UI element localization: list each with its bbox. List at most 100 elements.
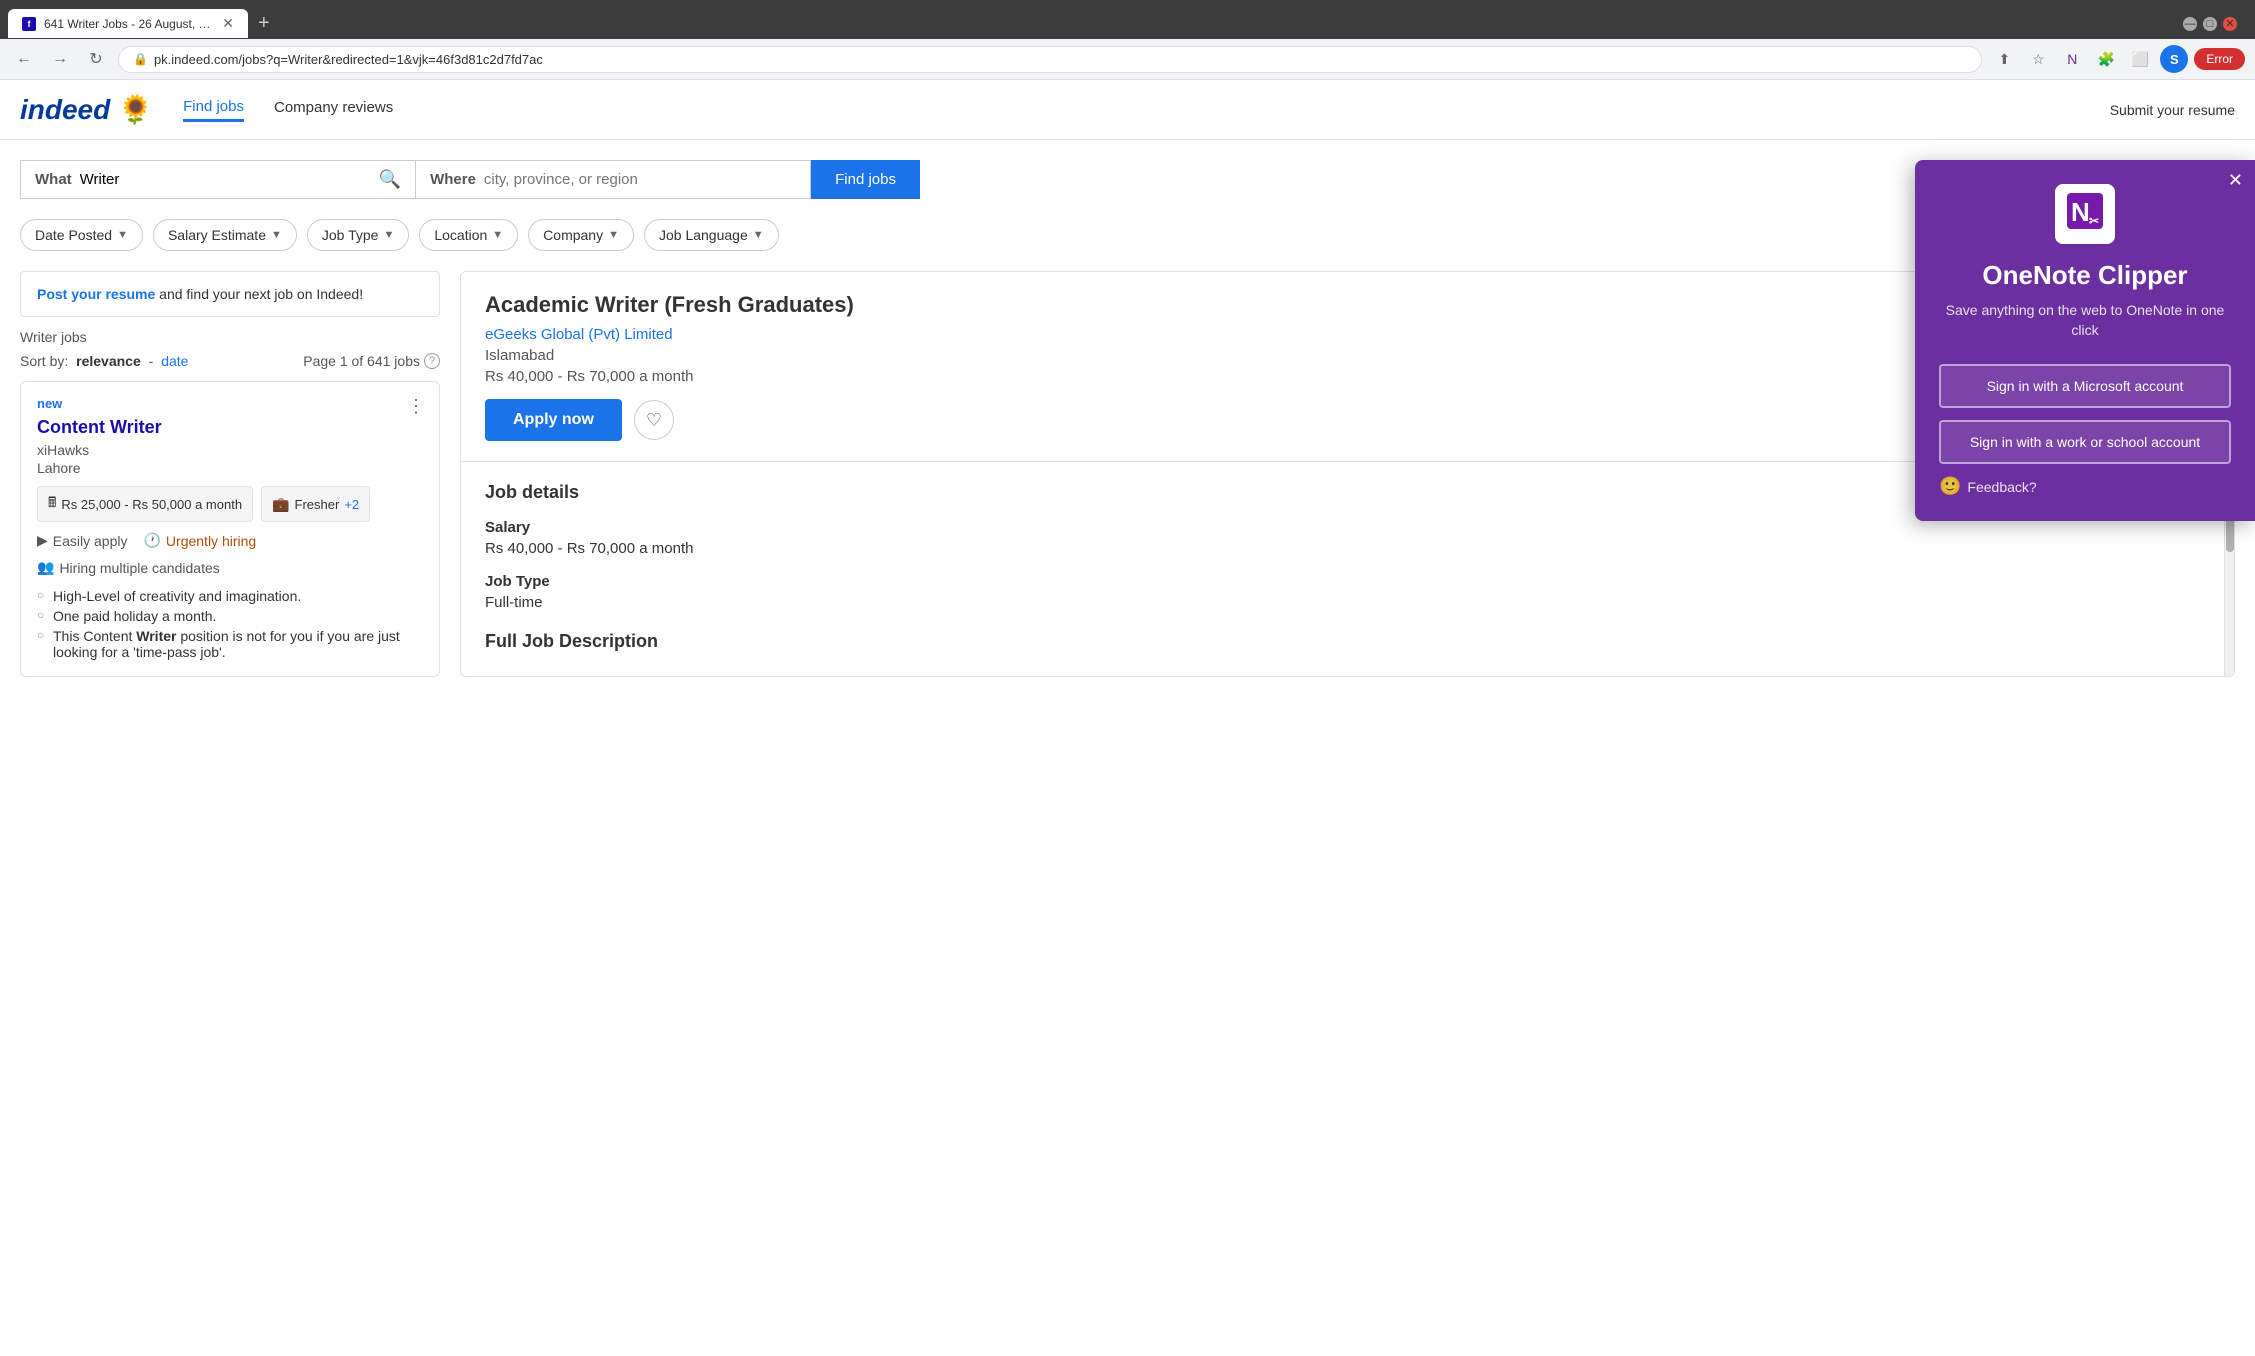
chevron-down-icon: ▼ [492,229,503,241]
job-type-filter[interactable]: Job Type ▼ [307,219,409,251]
job-company: xiHawks [37,442,423,458]
browser-toolbar: ← → ↻ 🔒 pk.indeed.com/jobs?q=Writer&redi… [0,39,2255,80]
salary-tag: 🖩 Rs 25,000 - Rs 50,000 a month [37,486,253,522]
what-search-box: What 🔍 [20,160,415,199]
onenote-subtitle: Save anything on the web to OneNote in o… [1939,301,2231,340]
urgently-icon: 🕐 [143,532,160,549]
onenote-title: OneNote Clipper [1939,260,2231,291]
company-reviews-nav[interactable]: Company reviews [274,99,393,120]
where-input[interactable] [484,171,796,188]
job-language-filter[interactable]: Job Language ▼ [644,219,779,251]
date-posted-filter[interactable]: Date Posted ▼ [20,219,143,251]
chevron-down-icon: ▼ [753,229,764,241]
post-resume-text: and find your next job on Indeed! [159,286,363,302]
job-tags: 🖩 Rs 25,000 - Rs 50,000 a month 💼 Freshe… [37,486,423,522]
logo[interactable]: indeed 🌻 [20,93,153,126]
experience-icon: 💼 [272,496,289,513]
back-button[interactable]: ← [10,45,38,73]
toolbar-icons: ⬆ ☆ N 🧩 ⬜ S Error [1990,45,2245,73]
feedback-link[interactable]: 🙂 Feedback? [1939,476,2231,497]
feedback-emoji-icon: 🙂 [1939,476,1961,497]
location-filter[interactable]: Location ▼ [419,219,518,251]
easily-apply-feature: ▶ Easily apply [37,532,127,549]
browser-chrome: f 641 Writer Jobs - 26 August, 202... ✕ … [0,0,2255,80]
error-button[interactable]: Error [2194,48,2245,70]
salary-estimate-filter[interactable]: Salary Estimate ▼ [153,219,297,251]
experience-count: +2 [344,497,359,512]
save-job-button[interactable]: ♡ [634,400,674,440]
page-info: Page 1 of 641 jobs ? [303,353,440,369]
address-bar[interactable]: 🔒 pk.indeed.com/jobs?q=Writer&redirected… [118,46,1982,73]
site-header: indeed 🌻 Find jobs Company reviews Submi… [0,80,2255,140]
post-resume-link[interactable]: Post your resume [37,286,155,302]
what-input[interactable] [80,171,379,188]
lock-icon: 🔒 [133,52,148,66]
what-label: What [35,171,72,188]
sign-in-microsoft-button[interactable]: Sign in with a Microsoft account [1939,364,2231,408]
sort-date-link[interactable]: date [161,353,188,369]
logo-text: indeed [20,94,110,126]
search-icon[interactable]: 🔍 [379,169,401,190]
extensions-icon[interactable]: 🧩 [2092,45,2120,73]
apply-now-button[interactable]: Apply now [485,399,622,441]
tab-title: 641 Writer Jobs - 26 August, 202... [44,17,214,31]
svg-text:✂: ✂ [2089,214,2099,228]
minimize-button[interactable]: — [2183,17,2197,31]
salary-detail: Salary Rs 40,000 - Rs 70,000 a month [485,519,2200,557]
post-resume-banner: Post your resume and find your next job … [20,271,440,317]
easily-apply-icon: ▶ [37,532,48,549]
full-job-desc-heading: Full Job Description [485,631,2200,652]
job-title[interactable]: Content Writer [37,417,423,438]
page-content: indeed 🌻 Find jobs Company reviews Submi… [0,80,2255,780]
active-tab[interactable]: f 641 Writer Jobs - 26 August, 202... ✕ [8,9,248,38]
salary-value: Rs 40,000 - Rs 70,000 a month [485,540,2200,557]
job-type-value: Full-time [485,594,2200,611]
onenote-logo: N ✂ [2055,184,2115,244]
job-type-detail: Job Type Full-time [485,573,2200,611]
maximize-button[interactable]: □ [2203,17,2217,31]
sort-row: Sort by: relevance - date Page 1 of 641 … [20,353,440,369]
bullet-2: One paid holiday a month. [37,606,423,626]
job-card[interactable]: new ⋮ Content Writer xiHawks Lahore 🖩 Rs… [20,381,440,677]
bullet-1: High-Level of creativity and imagination… [37,586,423,606]
job-bullets: High-Level of creativity and imagination… [37,586,423,662]
more-options-button[interactable]: ⋮ [407,396,425,417]
chevron-down-icon: ▼ [271,229,282,241]
job-location: Lahore [37,460,423,476]
search-row: What 🔍 Where Find jobs [20,160,920,199]
sign-in-work-school-button[interactable]: Sign in with a work or school account [1939,420,2231,464]
bookmark-icon[interactable]: ☆ [2024,45,2052,73]
experience-tag: 💼 Fresher +2 [261,486,370,522]
find-jobs-nav[interactable]: Find jobs [183,98,244,122]
chevron-down-icon: ▼ [608,229,619,241]
left-panel: Post your resume and find your next job … [20,271,440,677]
profile-button[interactable]: S [2160,45,2188,73]
forward-button[interactable]: → [46,45,74,73]
refresh-button[interactable]: ↻ [82,45,110,73]
chevron-down-icon: ▼ [383,229,394,241]
onenote-logo-icon: N ✂ [2067,193,2103,236]
job-type-label: Job Type [485,573,2200,590]
submit-resume-btn[interactable]: Submit your resume [2110,102,2235,118]
window-controls: — □ ✕ [2173,11,2247,37]
salary-label: Salary [485,519,2200,536]
company-filter[interactable]: Company ▼ [528,219,634,251]
sort-by-label: Sort by: relevance - date [20,353,188,369]
where-label: Where [430,171,476,188]
close-tab-button[interactable]: ✕ [222,15,234,32]
share-icon[interactable]: ⬆ [1990,45,2018,73]
new-tab-button[interactable]: + [248,8,280,39]
onenote-extension-icon[interactable]: N [2058,45,2086,73]
onenote-clipper-panel: ✕ N ✂ OneNote Clipper Save anything on t… [1915,160,2255,521]
logo-icon: 🌻 [118,93,153,126]
close-window-button[interactable]: ✕ [2223,17,2237,31]
urgently-hiring-feature: 🕐 Urgently hiring [143,532,256,549]
cast-icon[interactable]: ⬜ [2126,45,2154,73]
where-search-box: Where [415,160,811,199]
onenote-close-button[interactable]: ✕ [2228,170,2243,191]
sort-relevance-link[interactable]: relevance [76,353,141,369]
people-icon: 👥 [37,559,54,576]
find-jobs-button[interactable]: Find jobs [811,160,920,199]
help-icon[interactable]: ? [424,353,440,369]
new-badge: new [37,396,423,411]
